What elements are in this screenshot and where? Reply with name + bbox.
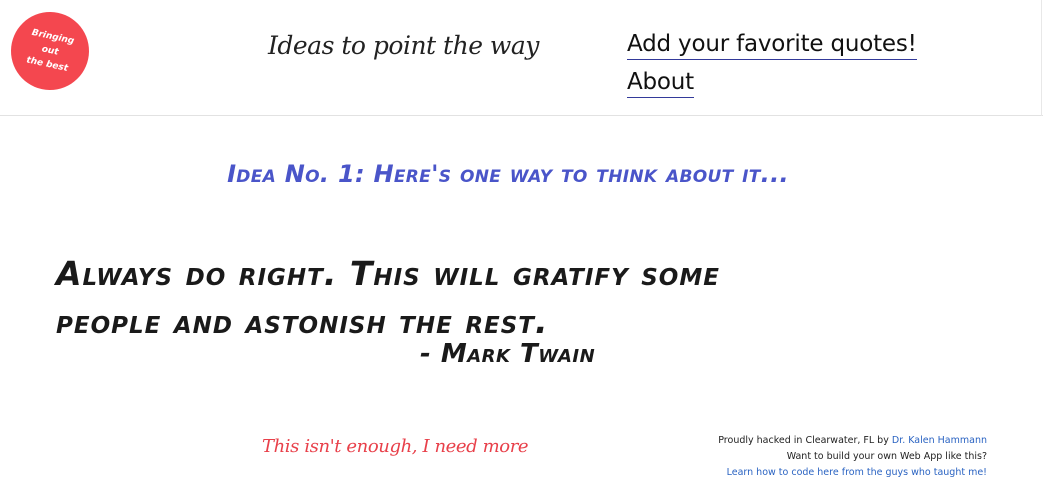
footer-credits: Proudly hacked in Clearwater, FL by Dr. … [718,433,987,481]
nav-about-link[interactable]: About [627,68,694,98]
cta-text: Want to build your own Web App like this… [786,451,987,462]
quote-line-1: Always do right. This will gratify some [56,254,720,293]
main-nav: Add your favorite quotes! About [627,30,917,106]
logo-line-3: the best [25,55,69,74]
learn-to-code-link[interactable]: Learn how to code here from the guys who… [727,467,987,478]
site-logo[interactable]: Bringing out the best [3,4,97,98]
credit-line: Proudly hacked in Clearwater, FL by Dr. … [718,433,987,449]
site-tagline: Ideas to point the way [268,31,539,60]
nav-add-quotes-link[interactable]: Add your favorite quotes! [627,30,917,60]
site-header: Bringing out the best Ideas to point the… [0,0,1043,116]
quote-text: Always do right. This will gratify some … [56,250,956,346]
credit-prefix: Proudly hacked in Clearwater, FL by [718,435,892,446]
quote-author: - Mark Twain [420,339,596,369]
credit-author-link[interactable]: Dr. Kalen Hammann [892,435,987,446]
idea-heading: Idea No. 1: Here's one way to think abou… [227,160,789,188]
header-divider [1041,0,1042,116]
more-quotes-link[interactable]: This isn't enough, I need more [262,436,529,457]
